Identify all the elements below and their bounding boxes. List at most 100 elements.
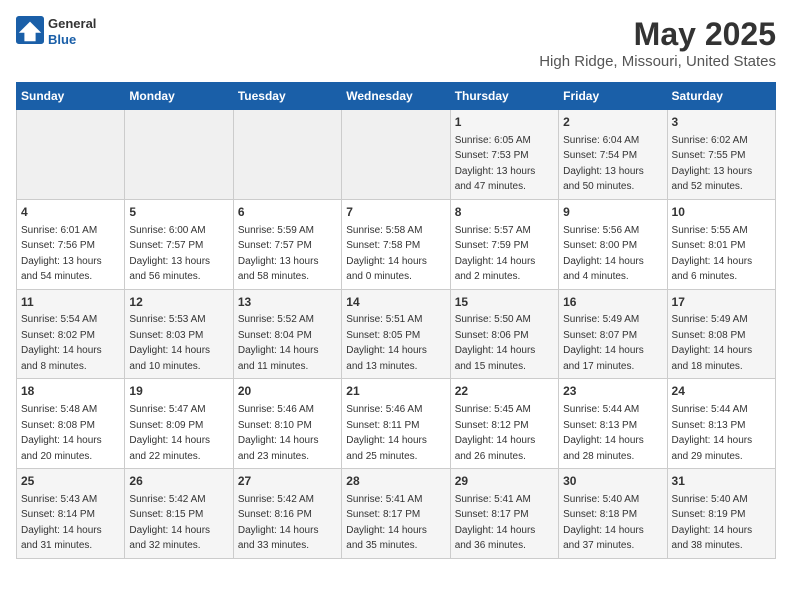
calendar-cell [125,110,233,200]
day-info: Sunrise: 5:53 AM Sunset: 8:03 PM Dayligh… [129,314,210,372]
calendar-cell: 20 Sunrise: 5:46 AM Sunset: 8:10 PM Dayli… [233,379,341,469]
calendar-cell: 14 Sunrise: 5:51 AM Sunset: 8:05 PM Dayli… [342,289,450,379]
calendar-cell: 31Sunrise: 5:40 AM Sunset: 8:19 PM Dayli… [667,469,775,559]
calendar-cell: 23Sunrise: 5:44 AM Sunset: 8:13 PM Dayli… [559,379,667,469]
calendar-cell: 17Sunrise: 5:49 AM Sunset: 8:08 PM Dayli… [667,289,775,379]
calendar-cell: 13 Sunrise: 5:52 AM Sunset: 8:04 PM Dayli… [233,289,341,379]
calendar-cell: 8Sunrise: 5:57 AM Sunset: 7:59 PM Daylig… [450,199,558,289]
calendar-cell: 26Sunrise: 5:42 AM Sunset: 8:15 PM Dayli… [125,469,233,559]
weekday-header: Thursday [450,83,558,110]
day-info: Sunrise: 5:45 AM Sunset: 8:12 PM Dayligh… [455,404,536,462]
day-number: 19 [129,383,228,400]
day-number: 3 [672,114,771,131]
calendar-cell: 16 Sunrise: 5:49 AM Sunset: 8:07 PM Dayli… [559,289,667,379]
page-title: May 2025 [539,16,776,53]
day-number: 17 [672,294,771,311]
calendar-cell: 28 Sunrise: 5:41 AM Sunset: 8:17 PM Dayli… [342,469,450,559]
day-number: 5 [129,204,228,221]
day-number: 2 [563,114,662,131]
day-info: Sunrise: 5:50 AM Sunset: 8:06 PM Dayligh… [455,314,536,372]
calendar-cell: 12 Sunrise: 5:53 AM Sunset: 8:03 PM Dayli… [125,289,233,379]
day-number: 28 [346,473,445,490]
calendar-cell: 11Sunrise: 5:54 AM Sunset: 8:02 PM Dayli… [17,289,125,379]
calendar-week-row: 25 Sunrise: 5:43 AM Sunset: 8:14 PM Dayli… [17,469,776,559]
calendar-cell: 29Sunrise: 5:41 AM Sunset: 8:17 PM Dayli… [450,469,558,559]
day-number: 20 [238,383,337,400]
logo-blue-text: Blue [48,32,96,48]
day-info: Sunrise: 5:49 AM Sunset: 8:07 PM Dayligh… [563,314,644,372]
day-number: 12 [129,294,228,311]
calendar-body: 1 Sunrise: 6:05 AM Sunset: 7:53 PM Daylig… [17,110,776,559]
calendar-cell: 5 Sunrise: 6:00 AM Sunset: 7:57 PM Daylig… [125,199,233,289]
day-number: 16 [563,294,662,311]
calendar-cell: 25 Sunrise: 5:43 AM Sunset: 8:14 PM Dayli… [17,469,125,559]
day-number: 6 [238,204,337,221]
day-info: Sunrise: 5:41 AM Sunset: 8:17 PM Dayligh… [346,494,427,552]
day-info: Sunrise: 5:56 AM Sunset: 8:00 PM Dayligh… [563,225,644,283]
page-header: General Blue May 2025 High Ridge, Missou… [16,16,776,70]
weekday-header: Friday [559,83,667,110]
calendar-week-row: 18 Sunrise: 5:48 AM Sunset: 8:08 PM Dayli… [17,379,776,469]
day-info: Sunrise: 5:59 AM Sunset: 7:57 PM Dayligh… [238,225,319,283]
calendar-cell: 9 Sunrise: 5:56 AM Sunset: 8:00 PM Daylig… [559,199,667,289]
calendar-cell [17,110,125,200]
day-number: 13 [238,294,337,311]
calendar-cell: 19Sunrise: 5:47 AM Sunset: 8:09 PM Dayli… [125,379,233,469]
day-number: 7 [346,204,445,221]
day-number: 30 [563,473,662,490]
calendar-cell: 27 Sunrise: 5:42 AM Sunset: 8:16 PM Dayli… [233,469,341,559]
day-number: 24 [672,383,771,400]
day-number: 15 [455,294,554,311]
day-info: Sunrise: 5:52 AM Sunset: 8:04 PM Dayligh… [238,314,319,372]
day-info: Sunrise: 6:04 AM Sunset: 7:54 PM Dayligh… [563,135,644,193]
calendar-cell: 3 Sunrise: 6:02 AM Sunset: 7:55 PM Daylig… [667,110,775,200]
day-number: 4 [21,204,120,221]
logo-icon [16,16,44,44]
calendar-cell: 30 Sunrise: 5:40 AM Sunset: 8:18 PM Dayli… [559,469,667,559]
day-number: 14 [346,294,445,311]
day-info: Sunrise: 5:46 AM Sunset: 8:10 PM Dayligh… [238,404,319,462]
weekday-header: Wednesday [342,83,450,110]
weekday-row: SundayMondayTuesdayWednesdayThursdayFrid… [17,83,776,110]
calendar-week-row: 4Sunrise: 6:01 AM Sunset: 7:56 PM Daylig… [17,199,776,289]
day-info: Sunrise: 5:40 AM Sunset: 8:18 PM Dayligh… [563,494,644,552]
day-info: Sunrise: 5:51 AM Sunset: 8:05 PM Dayligh… [346,314,427,372]
day-number: 31 [672,473,771,490]
calendar-cell: 18 Sunrise: 5:48 AM Sunset: 8:08 PM Dayli… [17,379,125,469]
day-number: 8 [455,204,554,221]
day-number: 25 [21,473,120,490]
calendar-cell: 24Sunrise: 5:44 AM Sunset: 8:13 PM Dayli… [667,379,775,469]
day-info: Sunrise: 5:54 AM Sunset: 8:02 PM Dayligh… [21,314,102,372]
calendar-week-row: 11Sunrise: 5:54 AM Sunset: 8:02 PM Dayli… [17,289,776,379]
calendar-week-row: 1 Sunrise: 6:05 AM Sunset: 7:53 PM Daylig… [17,110,776,200]
day-number: 27 [238,473,337,490]
day-info: Sunrise: 5:55 AM Sunset: 8:01 PM Dayligh… [672,225,753,283]
day-info: Sunrise: 6:05 AM Sunset: 7:53 PM Dayligh… [455,135,536,193]
day-number: 9 [563,204,662,221]
day-number: 18 [21,383,120,400]
day-info: Sunrise: 5:42 AM Sunset: 8:16 PM Dayligh… [238,494,319,552]
calendar-cell: 2 Sunrise: 6:04 AM Sunset: 7:54 PM Daylig… [559,110,667,200]
calendar-table: SundayMondayTuesdayWednesdayThursdayFrid… [16,82,776,559]
day-info: Sunrise: 6:02 AM Sunset: 7:55 PM Dayligh… [672,135,753,193]
calendar-cell: 21Sunrise: 5:46 AM Sunset: 8:11 PM Dayli… [342,379,450,469]
day-info: Sunrise: 5:43 AM Sunset: 8:14 PM Dayligh… [21,494,102,552]
day-info: Sunrise: 5:48 AM Sunset: 8:08 PM Dayligh… [21,404,102,462]
weekday-header: Saturday [667,83,775,110]
day-info: Sunrise: 5:44 AM Sunset: 8:13 PM Dayligh… [563,404,644,462]
page-subtitle: High Ridge, Missouri, United States [539,53,776,70]
day-number: 21 [346,383,445,400]
calendar-cell: 7Sunrise: 5:58 AM Sunset: 7:58 PM Daylig… [342,199,450,289]
calendar-cell: 4Sunrise: 6:01 AM Sunset: 7:56 PM Daylig… [17,199,125,289]
logo-general-text: General [48,16,96,32]
calendar-cell: 15 Sunrise: 5:50 AM Sunset: 8:06 PM Dayli… [450,289,558,379]
day-info: Sunrise: 5:42 AM Sunset: 8:15 PM Dayligh… [129,494,210,552]
day-number: 1 [455,114,554,131]
day-info: Sunrise: 6:00 AM Sunset: 7:57 PM Dayligh… [129,225,210,283]
calendar-cell [233,110,341,200]
day-number: 22 [455,383,554,400]
calendar-cell: 1 Sunrise: 6:05 AM Sunset: 7:53 PM Daylig… [450,110,558,200]
weekday-header: Monday [125,83,233,110]
day-number: 29 [455,473,554,490]
calendar-cell: 6 Sunrise: 5:59 AM Sunset: 7:57 PM Daylig… [233,199,341,289]
